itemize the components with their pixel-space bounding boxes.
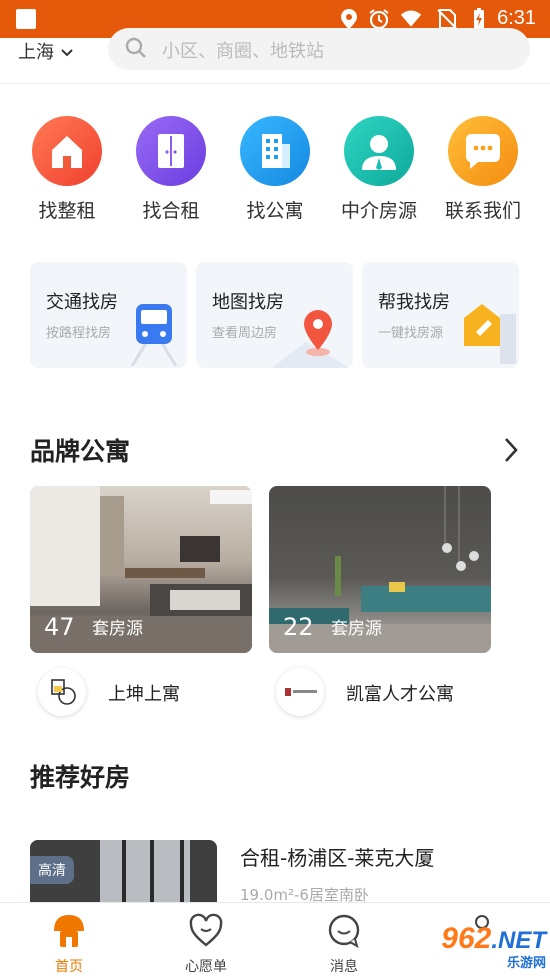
category-label: 找公寓 xyxy=(246,200,304,222)
alarm-icon xyxy=(369,9,389,30)
house-icon xyxy=(32,116,102,186)
transit-search-card[interactable]: 交通找房 按路程找房 xyxy=(30,262,187,368)
tab-messages[interactable]: 消息 xyxy=(289,903,399,978)
hd-badge: 高清 xyxy=(30,856,74,884)
city-selector[interactable]: 上海 xyxy=(18,38,74,64)
city-label: 上海 xyxy=(18,42,54,63)
card-subtitle: 一键找房源 xyxy=(378,326,444,341)
category-label: 找整租 xyxy=(38,200,96,222)
location-icon xyxy=(341,9,357,29)
category-contact[interactable]: 联系我们 xyxy=(431,116,535,223)
listing-unit: 套房源 xyxy=(92,619,143,639)
category-grid: 找整租 找合租 找公寓 中介房源 联系我们 xyxy=(0,116,550,226)
listing-count: 22 xyxy=(283,613,314,641)
brand-name: 上坤上寓 xyxy=(108,684,180,705)
feature-cards: 交通找房 按路程找房 地图找房 查看周边房 帮我找房 一键找房源 xyxy=(30,262,520,368)
tab-wishlist[interactable]: 心愿单 xyxy=(151,903,261,978)
category-apartment[interactable]: 找公寓 xyxy=(223,116,327,223)
tab-label: 首页 xyxy=(55,959,83,975)
heart-icon xyxy=(189,913,223,947)
category-label: 联系我们 xyxy=(444,200,521,222)
tab-label: 消息 xyxy=(330,959,358,975)
card-subtitle: 按路程找房 xyxy=(46,326,112,341)
home-icon xyxy=(54,915,84,947)
category-shared-rent[interactable]: 找合租 xyxy=(119,116,223,223)
recommend-section-title: 推荐好房 xyxy=(30,763,131,792)
brand-section-title: 品牌公寓 xyxy=(30,437,131,466)
brand-name: 凯富人才公寓 xyxy=(346,684,454,705)
map-pin-icon xyxy=(272,310,350,368)
map-search-card[interactable]: 地图找房 查看周边房 xyxy=(196,262,353,368)
chevron-right-icon[interactable] xyxy=(502,436,520,464)
notification-icon xyxy=(16,9,36,29)
brand-card-kaifu[interactable]: 22 套房源 xyxy=(269,486,491,653)
brand-logo-shangkun xyxy=(38,668,86,716)
card-title: 帮我找房 xyxy=(378,292,450,313)
listing-title[interactable]: 合租-杨浦区-莱克大厦 xyxy=(240,842,434,871)
message-icon xyxy=(328,914,360,949)
door-icon xyxy=(136,116,206,186)
help-icon xyxy=(464,304,516,364)
category-whole-rent[interactable]: 找整租 xyxy=(15,116,119,223)
train-icon xyxy=(130,304,178,366)
tab-home[interactable]: 首页 xyxy=(14,903,124,978)
listing-photo[interactable]: 高清 xyxy=(30,840,217,910)
help-search-card[interactable]: 帮我找房 一键找房源 xyxy=(362,262,519,368)
card-title: 交通找房 xyxy=(46,292,118,313)
building-icon xyxy=(240,116,310,186)
search-input[interactable]: 小区、商圈、地铁站 xyxy=(108,28,530,70)
watermark-logo: 962.NET 乐游网 xyxy=(441,922,546,970)
chat-icon xyxy=(448,116,518,186)
listing-unit: 套房源 xyxy=(331,619,382,639)
brand-card-shangkun[interactable]: 47 套房源 xyxy=(30,486,252,653)
category-label: 找合租 xyxy=(142,200,200,222)
category-label: 中介房源 xyxy=(340,200,417,222)
search-icon xyxy=(125,37,146,58)
brand-logo-kaifu xyxy=(276,668,324,716)
clock: 6:31 xyxy=(497,7,536,29)
wifi-icon xyxy=(400,10,422,27)
header: 上海 小区、商圈、地铁站 xyxy=(0,28,550,84)
chevron-down-icon xyxy=(61,49,73,57)
battery-charging-icon xyxy=(474,8,484,29)
agent-icon xyxy=(344,116,414,186)
search-placeholder: 小区、商圈、地铁站 xyxy=(162,41,324,62)
category-agency[interactable]: 中介房源 xyxy=(327,116,431,223)
listing-count: 47 xyxy=(44,613,75,641)
tab-label: 心愿单 xyxy=(185,959,227,975)
no-sim-icon xyxy=(437,9,457,29)
